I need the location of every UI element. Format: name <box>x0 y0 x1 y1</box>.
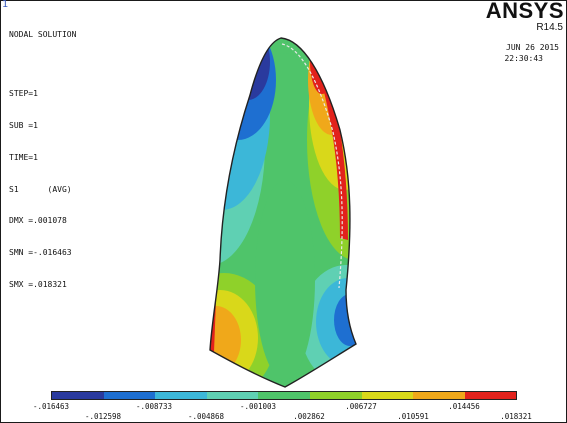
legend-swatch <box>413 392 465 399</box>
contour-region <box>255 180 315 380</box>
contour-region <box>210 306 241 374</box>
legend-label-top: .006727 <box>345 402 377 411</box>
legend-swatch <box>464 392 517 399</box>
legend-label-bottom: -.004868 <box>187 412 225 421</box>
legend-swatch <box>155 392 207 399</box>
contour-plot-model[interactable] <box>0 0 567 423</box>
legend-swatch <box>52 392 104 399</box>
contour-region <box>270 38 298 54</box>
legend-label-bottom: .018321 <box>500 412 532 421</box>
legend-swatch <box>309 392 362 399</box>
legend-label-bottom: .002862 <box>293 412 325 421</box>
legend-swatch <box>361 392 414 399</box>
contour-region <box>226 38 270 100</box>
legend-swatch <box>103 392 156 399</box>
legend-label-top: .014456 <box>448 402 480 411</box>
legend-label-bottom: .010591 <box>397 412 429 421</box>
legend-swatch <box>206 392 259 399</box>
legend-label-top: -.008733 <box>135 402 173 411</box>
contour-legend-bar <box>51 391 518 400</box>
legend-label-bottom: -.012598 <box>84 412 122 421</box>
contour-region <box>310 38 334 94</box>
legend-label-top: -.016463 <box>32 402 70 411</box>
legend-swatch <box>258 392 310 399</box>
legend-label-top: -.001003 <box>239 402 277 411</box>
contour-region <box>334 294 356 346</box>
